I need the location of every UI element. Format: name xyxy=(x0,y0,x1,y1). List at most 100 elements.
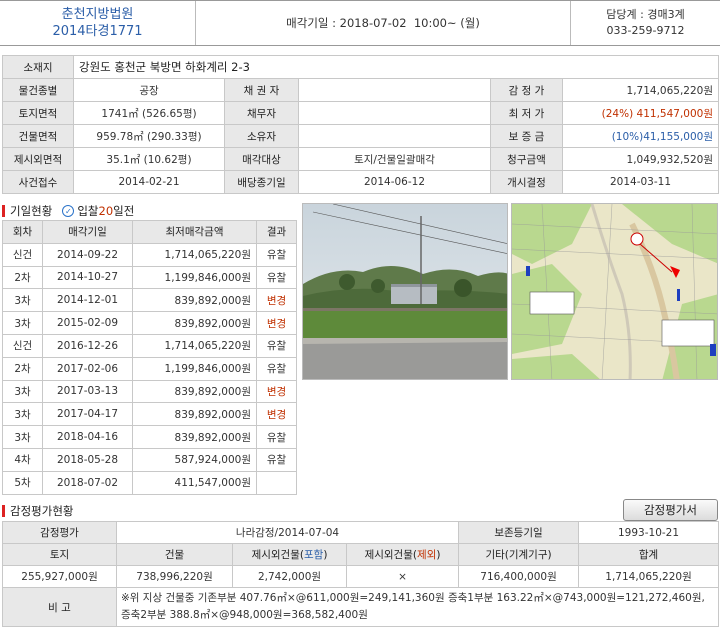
col-excluded-included: 제시외건물(포함) xyxy=(232,543,347,566)
claim-value: 1,049,932,520원 xyxy=(562,147,719,171)
history-round: 3차 xyxy=(2,311,43,335)
history-row: 신건 2016-12-26 1,714,065,220원 유찰 xyxy=(2,333,297,358)
min-price-amount: 411,547,000원 xyxy=(636,107,713,120)
excluded-area-value: 35.1㎡ (10.62평) xyxy=(73,147,225,171)
building-area-label: 건물면적 xyxy=(2,124,74,148)
history-round: 3차 xyxy=(2,425,43,449)
dept-phone: 033-259-9712 xyxy=(606,24,685,37)
bid-remaining-days: 20 xyxy=(98,204,114,218)
bid-remaining: 입찰20일전 xyxy=(77,203,134,219)
inc-mid: 포함 xyxy=(303,549,324,561)
value-excluded-excluded: × xyxy=(345,565,460,588)
appraisal-table: 감정평가 나라감정/2014-07-04 보존등기일 1993-10-21 토지… xyxy=(2,521,720,627)
history-date: 2017-04-17 xyxy=(42,402,133,427)
history-round: 3차 xyxy=(2,379,43,404)
history-date: 2017-02-06 xyxy=(42,356,133,381)
preserve-value: 1993-10-21 xyxy=(578,521,720,544)
history-header-row: 회차 매각기일 최저매각금액 결과 xyxy=(2,220,297,244)
history-result: 유찰 xyxy=(256,265,297,290)
dept-name: 담당계 : 경매3계 xyxy=(606,8,685,21)
col-building: 건물 xyxy=(116,543,233,566)
history-row: 3차 2018-04-16 839,892,000원 유찰 xyxy=(2,425,297,449)
min-price-value: (24%) 411,547,000원 xyxy=(562,101,719,125)
location-map-image xyxy=(512,204,717,379)
deposit-label: 보 증 금 xyxy=(490,124,563,148)
history-body: 신건 2014-09-22 1,714,065,220원 유찰 2차 2014-10-27… xyxy=(2,242,297,495)
history-result: 변경 xyxy=(256,402,297,427)
check-icon: ✓ xyxy=(62,205,75,217)
history-date: 2014-12-01 xyxy=(42,288,133,313)
creditor-value xyxy=(298,78,491,102)
value-land: 255,927,000원 xyxy=(2,565,117,588)
history-date: 2018-04-16 xyxy=(42,425,133,449)
col-excluded-excluded: 제시외건물(제외) xyxy=(345,543,460,566)
history-row: 신건 2014-09-22 1,714,065,220원 유찰 xyxy=(2,242,297,267)
start-value: 2014-03-11 xyxy=(562,170,719,194)
history-round: 3차 xyxy=(2,288,43,313)
history-result: 유찰 xyxy=(256,242,297,267)
history-row: 5차 2018-07-02 411,547,000원 xyxy=(2,470,297,495)
history-round: 2차 xyxy=(2,265,43,290)
dept-box: 담당계 : 경매3계 033-259-9712 xyxy=(570,1,720,45)
history-date: 2018-07-02 xyxy=(42,470,133,495)
history-price: 1,199,846,000원 xyxy=(132,356,257,381)
value-excluded-included: 2,742,000원 xyxy=(232,565,347,588)
history-row: 2차 2014-10-27 1,199,846,000원 유찰 xyxy=(2,265,297,290)
start-label: 개시결정 xyxy=(490,170,563,194)
history-date: 2017-03-13 xyxy=(42,379,133,404)
received-value: 2014-02-21 xyxy=(73,170,225,194)
location-map[interactable] xyxy=(511,203,718,380)
site-photo[interactable] xyxy=(302,203,508,380)
col-result: 결과 xyxy=(256,220,297,244)
deadline-label: 배당종기일 xyxy=(224,170,299,194)
col-total: 합계 xyxy=(578,543,720,566)
history-price: 1,714,065,220원 xyxy=(132,242,257,267)
agency-value: 나라감정/2014-07-04 xyxy=(115,521,460,544)
sale-target-label: 매각대상 xyxy=(224,147,299,171)
history-price: 839,892,000원 xyxy=(132,311,257,335)
history-row: 3차 2014-12-01 839,892,000원 변경 xyxy=(2,288,297,313)
col-date: 매각기일 xyxy=(42,220,133,244)
court-name: 춘천지방법원 xyxy=(61,7,134,22)
preserve-label: 보존등기일 xyxy=(458,521,580,544)
bid-remaining-post: 일전 xyxy=(113,204,135,218)
history-row: 3차 2017-03-13 839,892,000원 변경 xyxy=(2,379,297,404)
section-marker-2 xyxy=(2,505,5,517)
case-header: 춘천지방법원 2014타경1771 매각기일 : 2018-07-02 10:0… xyxy=(0,0,720,46)
court-box: 춘천지방법원 2014타경1771 xyxy=(0,1,196,45)
deadline-value: 2014-06-12 xyxy=(298,170,491,194)
history-result: 유찰 xyxy=(256,333,297,358)
exc-post: ) xyxy=(436,549,441,561)
land-area-value: 1741㎡ (526.65평) xyxy=(73,101,225,125)
history-round: 신건 xyxy=(2,333,43,358)
bid-remaining-pre: 입찰 xyxy=(77,204,99,218)
section-marker xyxy=(2,205,5,217)
history-price: 1,714,065,220원 xyxy=(132,333,257,358)
history-date: 2015-02-09 xyxy=(42,311,133,335)
history-round: 2차 xyxy=(2,356,43,381)
min-price-pct: (24%) xyxy=(601,107,634,120)
appraisal-title-bar: 감정평가현황 xyxy=(2,503,73,519)
sale-target-value: 토지/건물일괄매각 xyxy=(298,147,491,171)
history-result: 유찰 xyxy=(256,447,297,472)
col-land: 토지 xyxy=(2,543,117,566)
deposit-value: (10%)41,155,000원 xyxy=(562,124,719,148)
history-row: 4차 2018-05-28 587,924,000원 유찰 xyxy=(2,447,297,472)
history-result: 변경 xyxy=(256,379,297,404)
appraisal-report-button[interactable]: 감정평가서 xyxy=(623,499,718,521)
appraisal-label: 감 정 가 xyxy=(490,78,563,102)
value-building: 738,996,220원 xyxy=(116,565,233,588)
history-date: 2018-05-28 xyxy=(42,447,133,472)
case-number: 2014타경1771 xyxy=(52,24,143,39)
value-total: 1,714,065,220원 xyxy=(578,565,720,588)
history-result: 유찰 xyxy=(256,425,297,449)
owner-value xyxy=(298,124,491,148)
excluded-area-label: 제시외면적 xyxy=(2,147,74,171)
history-price: 839,892,000원 xyxy=(132,402,257,427)
owner-label: 소유자 xyxy=(224,124,299,148)
exc-pre: 제시외건물( xyxy=(364,549,417,561)
agency-label: 감정평가 xyxy=(2,521,117,544)
received-label: 사건접수 xyxy=(2,170,74,194)
history-row: 3차 2017-04-17 839,892,000원 변경 xyxy=(2,402,297,427)
history-title-bar: 기일현황 ✓ 입찰20일전 xyxy=(2,203,134,219)
